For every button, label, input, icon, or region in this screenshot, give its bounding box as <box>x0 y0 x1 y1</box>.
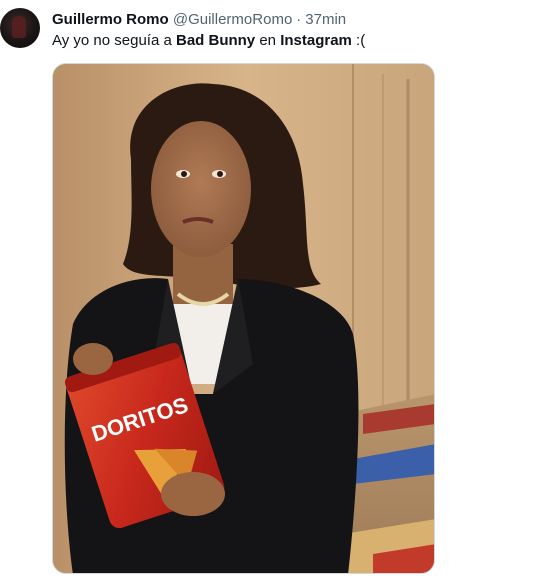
tweet-timestamp[interactable]: 37min <box>305 11 346 28</box>
right-pupil <box>217 171 223 177</box>
right-hand <box>161 472 225 516</box>
author-handle[interactable]: @GuillermoRomo <box>173 11 292 28</box>
photo-illustration: DORITOS <box>53 64 434 573</box>
tweet-text-part: :( <box>351 32 366 49</box>
tweet-media-photo[interactable]: DORITOS <box>52 63 435 574</box>
separator-dot: · <box>296 11 302 28</box>
tweet[interactable]: Guillermo Romo @GuillermoRomo · 37min Ay y… <box>0 0 535 586</box>
tweet-text: Ay yo no seguía a Bad Bunny en Instagram… <box>52 31 365 51</box>
left-hand <box>73 343 113 375</box>
tweet-text-bold: Bad Bunny <box>175 32 256 49</box>
author-display-name[interactable]: Guillermo Romo <box>52 11 169 28</box>
avatar[interactable] <box>0 8 40 48</box>
avatar-figure <box>12 16 26 38</box>
tweet-text-bold: Instagram <box>280 32 352 49</box>
tweet-text-part: Ay yo no seguía a <box>52 32 176 49</box>
tweet-text-part: en <box>255 32 281 49</box>
tweet-header: Guillermo Romo @GuillermoRomo · 37min <box>52 10 346 30</box>
face <box>151 121 251 257</box>
left-pupil <box>181 171 187 177</box>
